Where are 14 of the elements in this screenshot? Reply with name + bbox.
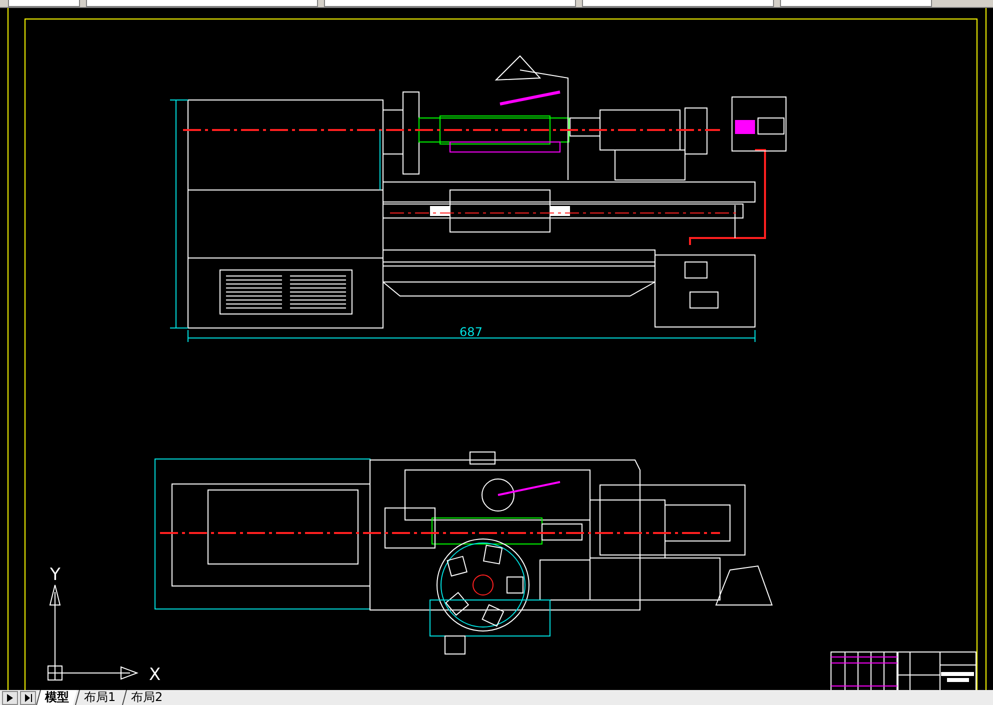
layout-tab[interactable]: 模型: [36, 690, 77, 705]
axis-label: X: [149, 665, 161, 685]
linetype-dropdown[interactable]: [324, 0, 576, 7]
last-tab-button[interactable]: [20, 690, 36, 704]
axis-label: Y: [50, 565, 60, 585]
skip-end-icon: [24, 692, 32, 702]
next-tab-button[interactable]: [2, 690, 18, 704]
plotstyle-dropdown[interactable]: [780, 0, 932, 7]
dimension-text: 687: [460, 325, 482, 339]
play-icon: [6, 692, 14, 702]
ucs-icon: [48, 584, 138, 680]
layer-dropdown[interactable]: [8, 0, 80, 7]
lineweight-dropdown[interactable]: [582, 0, 774, 7]
color-dropdown[interactable]: [86, 0, 318, 7]
